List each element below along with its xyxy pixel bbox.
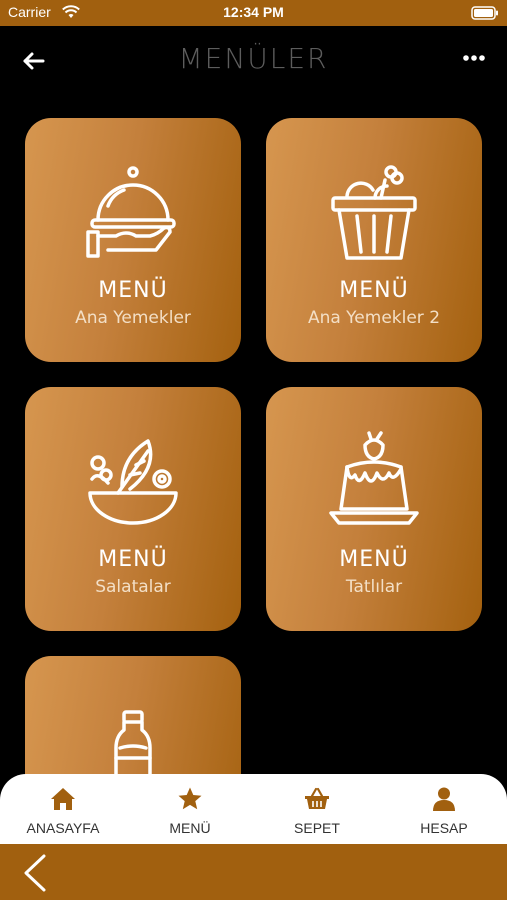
chevron-left-icon[interactable] xyxy=(22,854,48,892)
tab-menu[interactable]: MENÜ xyxy=(127,774,253,844)
menu-card-salatalar[interactable]: MENÜ Salatalar xyxy=(25,387,241,631)
card-subtitle: Salatalar xyxy=(95,577,171,597)
app-screen: Carrier 12:34 PM MENÜLER MENÜ Ana Yemekl… xyxy=(0,0,507,900)
card-title: MENÜ xyxy=(98,278,168,303)
tab-label: HESAP xyxy=(420,820,468,836)
menu-card-tatlilar[interactable]: MENÜ Tatlılar xyxy=(266,387,482,631)
chicken-bucket-icon xyxy=(331,165,417,260)
card-subtitle: Ana Yemekler xyxy=(75,308,191,328)
star-icon xyxy=(178,787,202,810)
battery-icon xyxy=(471,6,498,20)
status-bar: Carrier 12:34 PM xyxy=(0,0,507,26)
tab-bar: ANASAYFA MENÜ SEPET HESAP xyxy=(0,774,507,844)
tab-sepet[interactable]: SEPET xyxy=(254,774,380,844)
clock: 12:34 PM xyxy=(223,4,284,20)
salad-bowl-icon xyxy=(88,439,178,525)
user-icon xyxy=(433,787,455,811)
basket-icon xyxy=(305,787,329,809)
card-title: MENÜ xyxy=(339,547,409,572)
card-subtitle: Ana Yemekler 2 xyxy=(307,308,441,328)
tab-hesap[interactable]: HESAP xyxy=(381,774,507,844)
pudding-dessert-icon xyxy=(329,431,419,525)
page-title: MENÜLER xyxy=(178,42,329,75)
header: MENÜLER xyxy=(0,26,507,96)
menu-card-ana-yemekler-2[interactable]: MENÜ Ana Yemekler 2 xyxy=(266,118,482,362)
serving-cloche-icon xyxy=(86,166,176,258)
card-title: MENÜ xyxy=(339,278,409,303)
card-subtitle: Tatlılar xyxy=(345,577,403,597)
menu-card-ana-yemekler[interactable]: MENÜ Ana Yemekler xyxy=(25,118,241,362)
more-options-icon[interactable] xyxy=(463,54,485,62)
bottom-navigation-bar xyxy=(0,844,507,900)
tab-label: MENÜ xyxy=(169,820,211,836)
tab-label: SEPET xyxy=(294,820,340,836)
tab-anasayfa[interactable]: ANASAYFA xyxy=(0,774,126,844)
home-icon xyxy=(51,788,75,810)
card-title: MENÜ xyxy=(98,547,168,572)
tab-label: ANASAYFA xyxy=(26,820,100,836)
